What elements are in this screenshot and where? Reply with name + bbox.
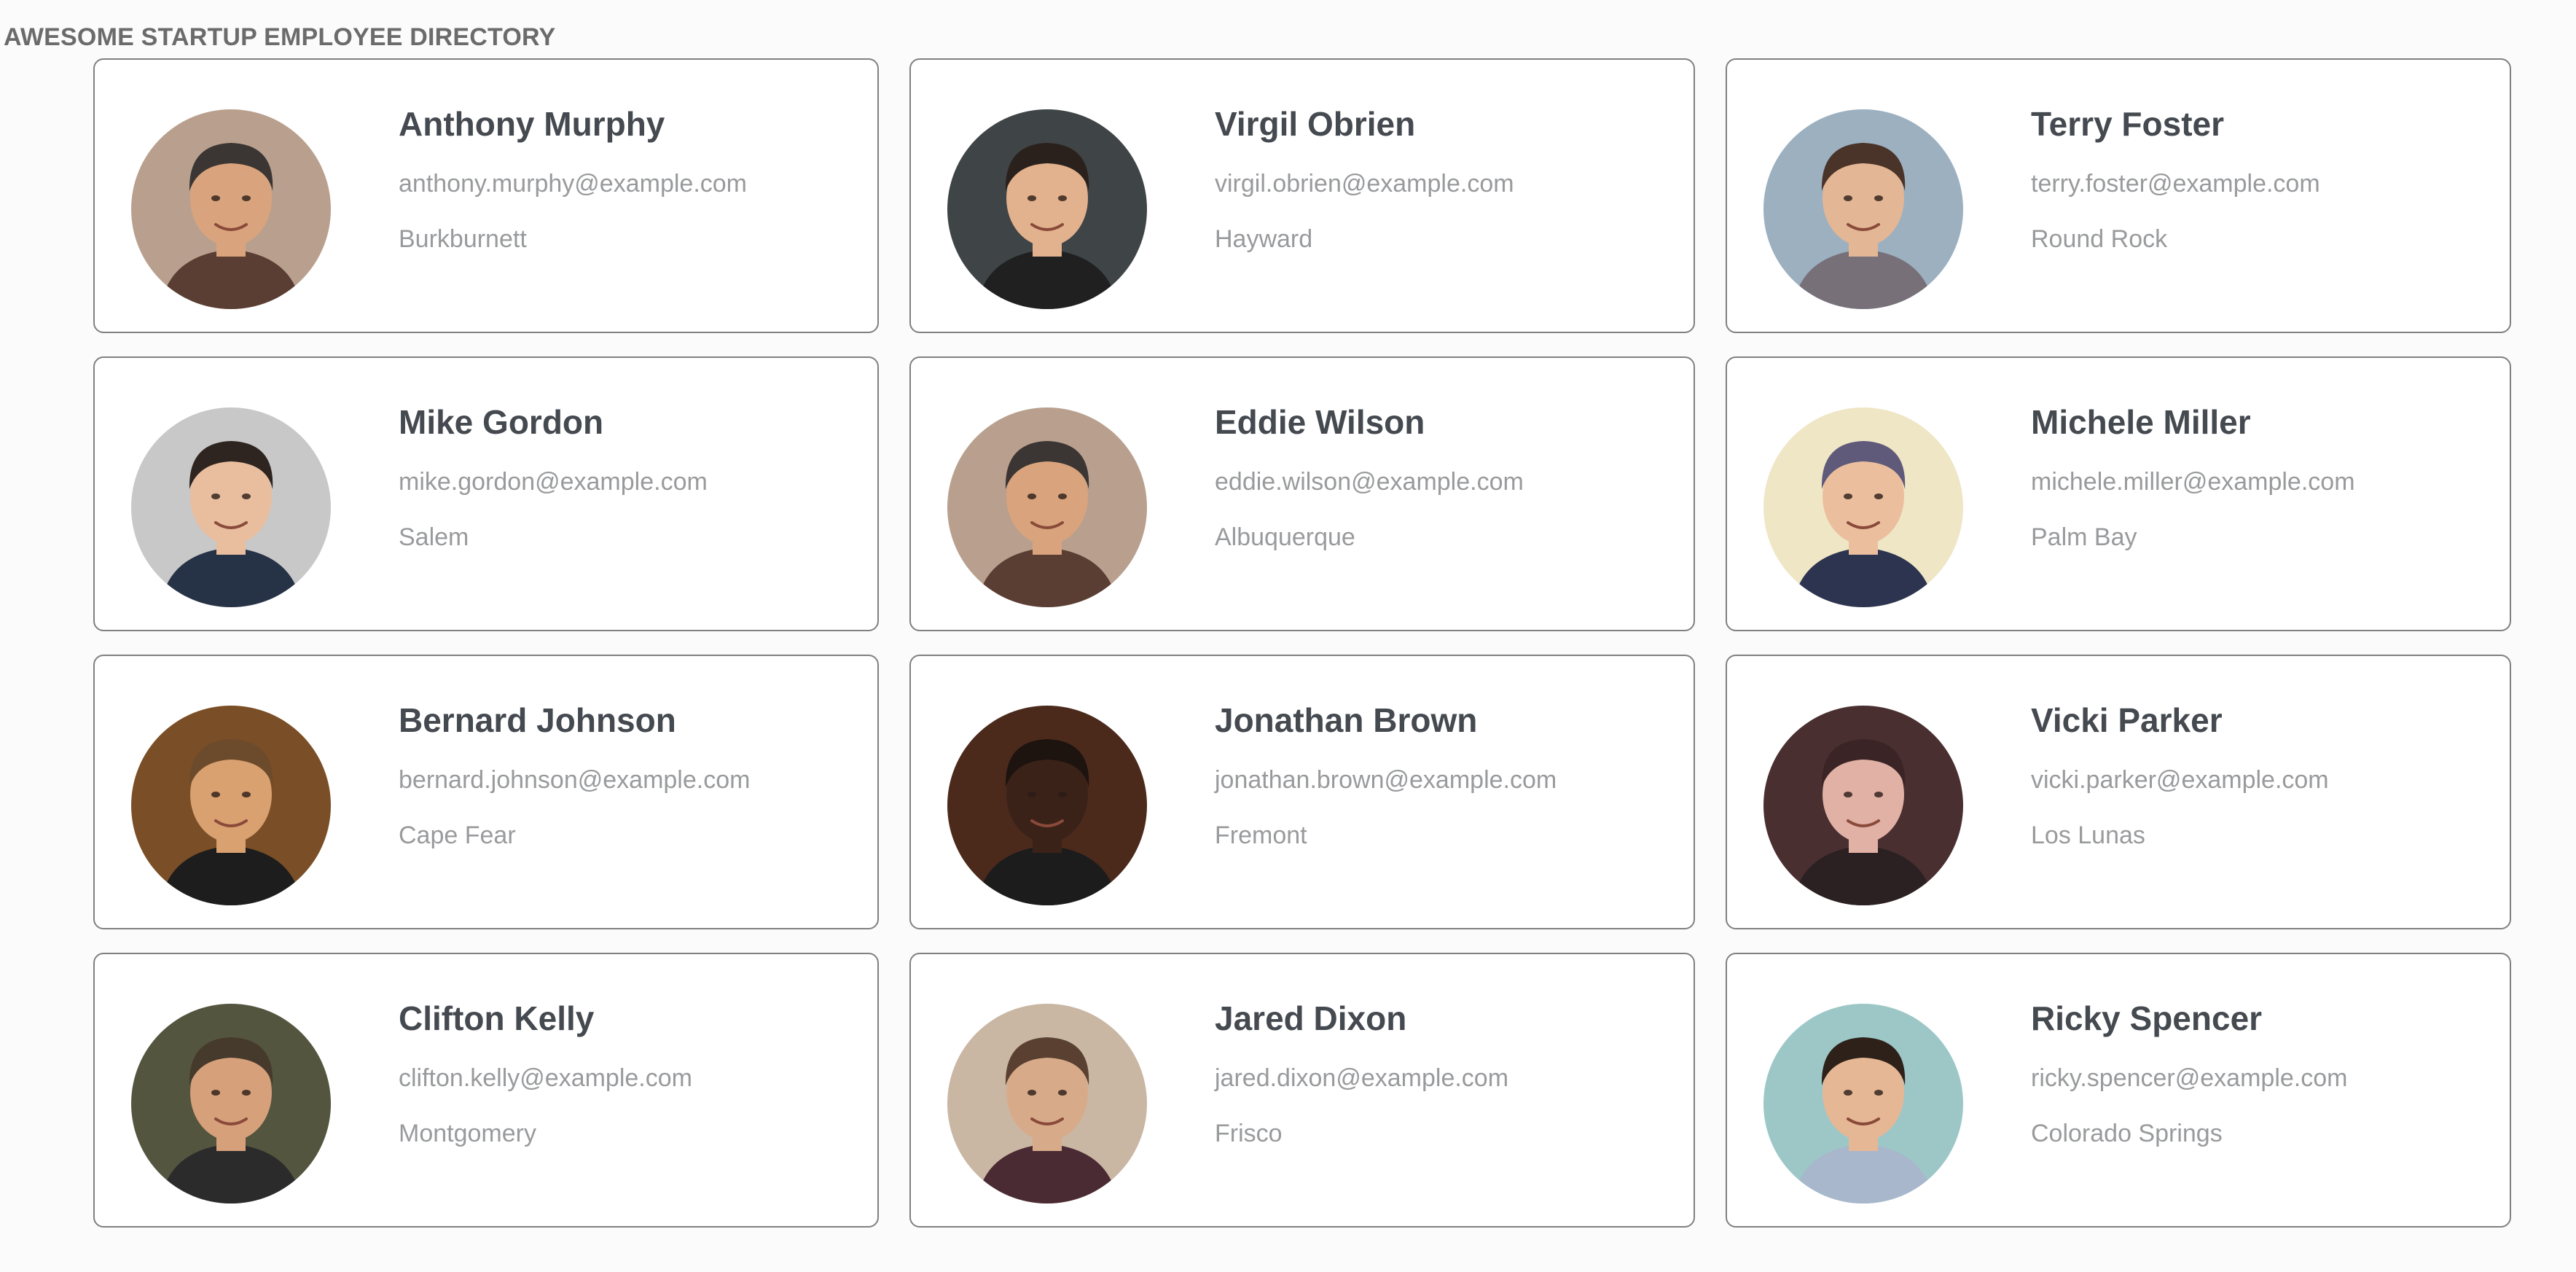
employee-name: Jonathan Brown — [1215, 701, 1478, 739]
employee-card[interactable]: Jared Dixon jared.dixon@example.com Fris… — [909, 953, 1695, 1228]
employee-card[interactable]: Terry Foster terry.foster@example.com Ro… — [1726, 58, 2511, 333]
employee-city: Palm Bay — [2031, 523, 2137, 551]
avatar-photo — [1763, 1004, 1963, 1203]
employee-city: Hayward — [1215, 225, 1313, 253]
avatar-photo — [947, 407, 1147, 607]
avatar-photo — [131, 1004, 331, 1203]
employee-name: Anthony Murphy — [399, 105, 665, 143]
employee-info: Eddie Wilson eddie.wilson@example.com Al… — [1215, 403, 1679, 552]
employee-info: Clifton Kelly clifton.kelly@example.com … — [399, 999, 863, 1148]
avatar-photo — [131, 109, 331, 309]
employee-info: Terry Foster terry.foster@example.com Ro… — [2031, 105, 2495, 254]
employee-card[interactable]: Clifton Kelly clifton.kelly@example.com … — [93, 953, 879, 1228]
employee-info: Mike Gordon mike.gordon@example.com Sale… — [399, 403, 863, 552]
employee-email: mike.gordon@example.com — [399, 468, 708, 496]
employee-city: Round Rock — [2031, 225, 2168, 253]
employee-name: Ricky Spencer — [2031, 999, 2263, 1037]
employee-city: Montgomery — [399, 1120, 536, 1147]
avatar-photo — [1763, 407, 1963, 607]
employee-avatar — [131, 1004, 331, 1203]
employee-name: Mike Gordon — [399, 403, 604, 441]
employee-city: Burkburnett — [399, 225, 527, 253]
employee-card[interactable]: Ricky Spencer ricky.spencer@example.com … — [1726, 953, 2511, 1228]
employee-name: Vicki Parker — [2031, 701, 2223, 739]
avatar-photo — [131, 407, 331, 607]
employee-info: Jonathan Brown jonathan.brown@example.co… — [1215, 701, 1679, 850]
employee-avatar — [1763, 1004, 1963, 1203]
employee-card[interactable]: Bernard Johnson bernard.johnson@example.… — [93, 655, 879, 929]
employee-card[interactable]: Vicki Parker vicki.parker@example.com Lo… — [1726, 655, 2511, 929]
employee-email: anthony.murphy@example.com — [399, 170, 747, 198]
avatar-photo — [947, 109, 1147, 309]
employee-email: clifton.kelly@example.com — [399, 1064, 692, 1092]
employee-email: eddie.wilson@example.com — [1215, 468, 1524, 496]
employee-card[interactable]: Virgil Obrien virgil.obrien@example.com … — [909, 58, 1695, 333]
employee-city: Cape Fear — [399, 822, 516, 849]
avatar-photo — [131, 706, 331, 905]
employee-name: Eddie Wilson — [1215, 403, 1425, 441]
employee-city: Fremont — [1215, 822, 1307, 849]
employee-avatar — [131, 407, 331, 607]
employee-info: Anthony Murphy anthony.murphy@example.co… — [399, 105, 863, 254]
employee-info: Vicki Parker vicki.parker@example.com Lo… — [2031, 701, 2495, 850]
employee-gallery: Anthony Murphy anthony.murphy@example.co… — [93, 58, 2511, 1228]
employee-avatar — [947, 407, 1147, 607]
employee-avatar — [131, 706, 331, 905]
employee-card[interactable]: Michele Miller michele.miller@example.co… — [1726, 356, 2511, 631]
avatar-photo — [1763, 109, 1963, 309]
avatar-photo — [947, 1004, 1147, 1203]
employee-city: Colorado Springs — [2031, 1120, 2223, 1147]
page-title: AWESOME STARTUP EMPLOYEE DIRECTORY — [4, 23, 556, 51]
employee-card[interactable]: Anthony Murphy anthony.murphy@example.co… — [93, 58, 879, 333]
employee-card[interactable]: Eddie Wilson eddie.wilson@example.com Al… — [909, 356, 1695, 631]
avatar-photo — [1763, 706, 1963, 905]
employee-email: jared.dixon@example.com — [1215, 1064, 1509, 1092]
employee-name: Clifton Kelly — [399, 999, 595, 1037]
employee-city: Salem — [399, 523, 469, 551]
employee-city: Albuquerque — [1215, 523, 1355, 551]
employee-name: Michele Miller — [2031, 403, 2251, 441]
employee-card[interactable]: Jonathan Brown jonathan.brown@example.co… — [909, 655, 1695, 929]
employee-city: Frisco — [1215, 1120, 1283, 1147]
employee-info: Bernard Johnson bernard.johnson@example.… — [399, 701, 863, 850]
employee-city: Los Lunas — [2031, 822, 2145, 849]
employee-email: virgil.obrien@example.com — [1215, 170, 1514, 198]
employee-email: michele.miller@example.com — [2031, 468, 2355, 496]
employee-avatar — [1763, 706, 1963, 905]
employee-avatar — [1763, 109, 1963, 309]
employee-card[interactable]: Mike Gordon mike.gordon@example.com Sale… — [93, 356, 879, 631]
employee-name: Virgil Obrien — [1215, 105, 1416, 143]
employee-avatar — [1763, 407, 1963, 607]
employee-email: terry.foster@example.com — [2031, 170, 2320, 198]
employee-info: Ricky Spencer ricky.spencer@example.com … — [2031, 999, 2495, 1148]
employee-avatar — [947, 109, 1147, 309]
employee-info: Virgil Obrien virgil.obrien@example.com … — [1215, 105, 1679, 254]
employee-avatar — [131, 109, 331, 309]
employee-email: bernard.johnson@example.com — [399, 766, 751, 794]
employee-name: Jared Dixon — [1215, 999, 1407, 1037]
employee-email: jonathan.brown@example.com — [1215, 766, 1557, 794]
employee-avatar — [947, 1004, 1147, 1203]
employee-info: Michele Miller michele.miller@example.co… — [2031, 403, 2495, 552]
employee-email: ricky.spencer@example.com — [2031, 1064, 2348, 1092]
avatar-photo — [947, 706, 1147, 905]
employee-email: vicki.parker@example.com — [2031, 766, 2329, 794]
employee-name: Terry Foster — [2031, 105, 2225, 143]
employee-name: Bernard Johnson — [399, 701, 676, 739]
employee-avatar — [947, 706, 1147, 905]
employee-info: Jared Dixon jared.dixon@example.com Fris… — [1215, 999, 1679, 1148]
